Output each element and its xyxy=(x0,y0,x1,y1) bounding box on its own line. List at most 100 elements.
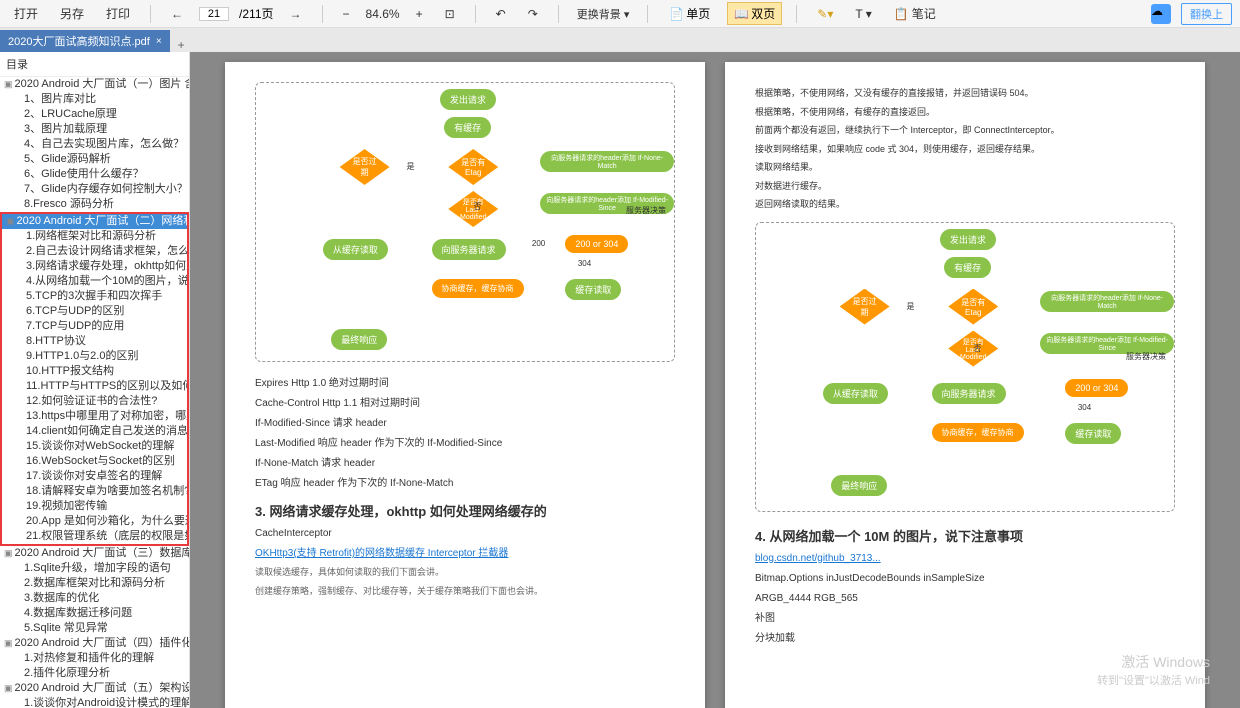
outline-section[interactable]: 2020 Android 大厂面试（四）插件化、模… xyxy=(0,636,189,651)
note-button[interactable]: 📋笔记 xyxy=(888,3,942,24)
text-etag: ETag 响应 header 作为下次的 If-None-Match xyxy=(255,476,675,491)
outline-item[interactable]: 16.WebSocket与Socket的区别 xyxy=(2,454,187,469)
text-tool[interactable]: T ▾ xyxy=(849,5,877,23)
flowchart-left: 发出请求 有缓存 是否过期 是否有Etag 向服务器请求的header添加 If… xyxy=(255,82,675,362)
outline-item[interactable]: 3.数据库的优化 xyxy=(0,591,189,606)
text-note1: 读取候选缓存，具体如何读取的我们下面会讲。 xyxy=(255,566,675,580)
zoom-out-button[interactable]: − xyxy=(337,5,356,23)
outline-item[interactable]: 6.TCP与UDP的区别 xyxy=(2,304,187,319)
outline-section[interactable]: 2020 Android 大厂面试（二）网络和安… xyxy=(2,214,187,229)
outline-item[interactable]: 6、Glide使用什么缓存？ xyxy=(0,167,189,182)
outline-item[interactable]: 2.自己去设计网络请求框架，怎么做? xyxy=(2,244,187,259)
rotate-left-button[interactable]: ↶ xyxy=(490,5,512,23)
fc-200-label: 200 xyxy=(532,239,545,248)
zoom-in-button[interactable]: + xyxy=(410,5,429,23)
text-bu: 补图 xyxy=(755,611,1175,626)
tab-title: 2020大厂面试高频知识点.pdf xyxy=(8,33,150,49)
open-button[interactable]: 打开 xyxy=(8,3,44,24)
outline-item[interactable]: 1.Sqlite升级，增加字段的语句 xyxy=(0,561,189,576)
outline-item[interactable]: 17.谈谈你对安卓签名的理解 xyxy=(2,469,187,484)
outline-item[interactable]: 12.如何验证证书的合法性? xyxy=(2,394,187,409)
zoom-level-label: 84.6% xyxy=(366,7,400,21)
text-lastmod: Last-Modified 响应 header 作为下次的 If-Modifie… xyxy=(255,436,675,451)
fc-server-decision-label: 服务器决策 xyxy=(626,205,666,216)
outline-item[interactable]: 4.从网络加载一个10M的图片，说下注… xyxy=(2,274,187,289)
outline-sidebar[interactable]: 目录 2020 Android 大厂面试（一）图片 含…1、图片库对比2、LRU… xyxy=(0,52,190,708)
outline-item[interactable]: 7、Glide内存缓存如何控制大小？ xyxy=(0,182,189,197)
fc-fromcache: 从缓存读取 xyxy=(323,239,388,260)
background-select[interactable]: 更换背景 ▾ xyxy=(573,5,634,23)
fc-expired: 是否过期 xyxy=(340,149,390,185)
document-tab[interactable]: 2020大厂面试高频知识点.pdf × xyxy=(0,30,170,52)
text-cacheint: CacheInterceptor xyxy=(255,526,675,541)
page-number-input[interactable] xyxy=(199,7,229,21)
outline-item[interactable]: 10.HTTP报文结构 xyxy=(2,364,187,379)
add-tab-button[interactable]: + xyxy=(170,38,193,52)
tab-close-icon[interactable]: × xyxy=(156,36,162,47)
highlight-tool[interactable]: ✎▾ xyxy=(811,5,839,23)
outline-section[interactable]: 2020 Android 大厂面试（一）图片 含… xyxy=(0,77,189,92)
outline-item[interactable]: 1、图片库对比 xyxy=(0,92,189,107)
print-button[interactable]: 打印 xyxy=(100,3,136,24)
heading-4: 4. 从网络加载一个 10M 的图片，说下注意事项 xyxy=(755,526,1175,545)
text-opt: Bitmap.Options inJustDecodeBounds inSamp… xyxy=(755,571,1175,586)
cloud-icon[interactable]: ☁ xyxy=(1151,4,1171,24)
document-viewport[interactable]: 发出请求 有缓存 是否过期 是否有Etag 向服务器请求的header添加 If… xyxy=(190,52,1240,708)
saveas-button[interactable]: 另存 xyxy=(54,3,90,24)
fc-render: 最终响应 xyxy=(331,329,387,350)
outline-item[interactable]: 18.请解释安卓为啥要加签名机制? xyxy=(2,484,187,499)
outline-section[interactable]: 2020 Android 大厂面试（五）架构设计… xyxy=(0,681,189,696)
outline-item[interactable]: 2、LRUCache原理 xyxy=(0,107,189,122)
outline-item[interactable]: 4、自己去实现图片库，怎么做？ xyxy=(0,137,189,152)
single-page-button[interactable]: 📄单页 xyxy=(662,2,717,25)
next-page-button[interactable]: → xyxy=(284,5,308,23)
outline-item[interactable]: 13.https中哪里用了对称加密，哪里用… xyxy=(2,409,187,424)
outline-item[interactable]: 11.HTTP与HTTPS的区别以及如何实现… xyxy=(2,379,187,394)
outline-item[interactable]: 7.TCP与UDP的应用 xyxy=(2,319,187,334)
fit-button[interactable]: ⊡ xyxy=(439,5,461,23)
outline-item[interactable]: 14.client如何确定自己发送的消息被s… xyxy=(2,424,187,439)
outline-item[interactable]: 3、图片加载原理 xyxy=(0,122,189,137)
tab-bar: 2020大厂面试高频知识点.pdf × + xyxy=(0,28,1240,52)
outline-item[interactable]: 1.网络框架对比和源码分析 xyxy=(2,229,187,244)
fc-reqetag: 协商缓存，缓存协商 xyxy=(432,279,524,298)
outline-item[interactable]: 2.插件化原理分析 xyxy=(0,666,189,681)
fc-header1: 向服务器请求的header添加 If-None-Match xyxy=(540,151,674,172)
outline-item[interactable]: 20.App 是如何沙箱化，为什么要这么… xyxy=(2,514,187,529)
page-left: 发出请求 有缓存 是否过期 是否有Etag 向服务器请求的header添加 If… xyxy=(225,62,705,708)
outline-item[interactable]: 3.网络请求缓存处理，okhttp如何处理… xyxy=(2,259,187,274)
fc-304-label: 304 xyxy=(578,259,591,268)
rotate-right-button[interactable]: ↷ xyxy=(522,5,544,23)
outline-item[interactable]: 9.HTTP1.0与2.0的区别 xyxy=(2,349,187,364)
outline-item[interactable]: 5、Glide源码解析 xyxy=(0,152,189,167)
sync-button[interactable]: 翻换上 xyxy=(1181,3,1232,25)
text-p2: 根据策略，不使用网络，有缓存的直接返回。 xyxy=(755,106,1175,120)
fc-serverreq: 向服务器请求 xyxy=(432,239,506,260)
outline-item[interactable]: 19.视频加密传输 xyxy=(2,499,187,514)
double-page-button[interactable]: 📖双页 xyxy=(727,2,782,25)
fc-hascache: 有缓存 xyxy=(444,117,491,138)
outline-item[interactable]: 5.Sqlite 常见异常 xyxy=(0,621,189,636)
outline-section[interactable]: 2020 Android 大厂面试（三）数据库 含… xyxy=(0,546,189,561)
outline-item[interactable]: 1.谈谈你对Android设计模式的理解 xyxy=(0,696,189,708)
text-p4: 接收到网络结果，如果响应 code 式 304，则使用缓存，返回缓存结果。 xyxy=(755,143,1175,157)
text-ifmod: If-Modified-Since 请求 header xyxy=(255,416,675,431)
fc-304: 200 or 304 xyxy=(565,235,628,253)
outline-item[interactable]: 8.HTTP协议 xyxy=(2,334,187,349)
outline-item[interactable]: 4.数据库数据迁移问题 xyxy=(0,606,189,621)
outline-item[interactable]: 15.谈谈你对WebSocket的理解 xyxy=(2,439,187,454)
sidebar-title: 目录 xyxy=(0,52,189,77)
outline-item[interactable]: 21.权限管理系统（底层的权限是如何… xyxy=(2,529,187,544)
outline-item[interactable]: 5.TCP的3次握手和四次挥手 xyxy=(2,289,187,304)
text-p7: 返回网络读取的结果。 xyxy=(755,198,1175,212)
blog-link[interactable]: blog.csdn.net/github_3713... xyxy=(755,551,1175,566)
page-right: 根据策略，不使用网络，又没有缓存的直接报错，并返回错误码 504。 根据策略，不… xyxy=(725,62,1205,708)
okhttp-link[interactable]: OKHttp3(支持 Retrofit)的网络数据缓存 Interceptor … xyxy=(255,546,675,561)
text-note2: 创建缓存策略，强制缓存、对比缓存等，关于缓存策略我们下面也会讲。 xyxy=(255,585,675,599)
main-toolbar: 打开 另存 打印 ← /211页 → − 84.6% + ⊡ ↶ ↷ 更换背景 … xyxy=(0,0,1240,28)
outline-item[interactable]: 1.对热修复和插件化的理解 xyxy=(0,651,189,666)
outline-item[interactable]: 2.数据库框架对比和源码分析 xyxy=(0,576,189,591)
prev-page-button[interactable]: ← xyxy=(165,5,189,23)
outline-item[interactable]: 8.Fresco 源码分析 xyxy=(0,197,189,212)
text-ifnone: If-None-Match 请求 header xyxy=(255,456,675,471)
